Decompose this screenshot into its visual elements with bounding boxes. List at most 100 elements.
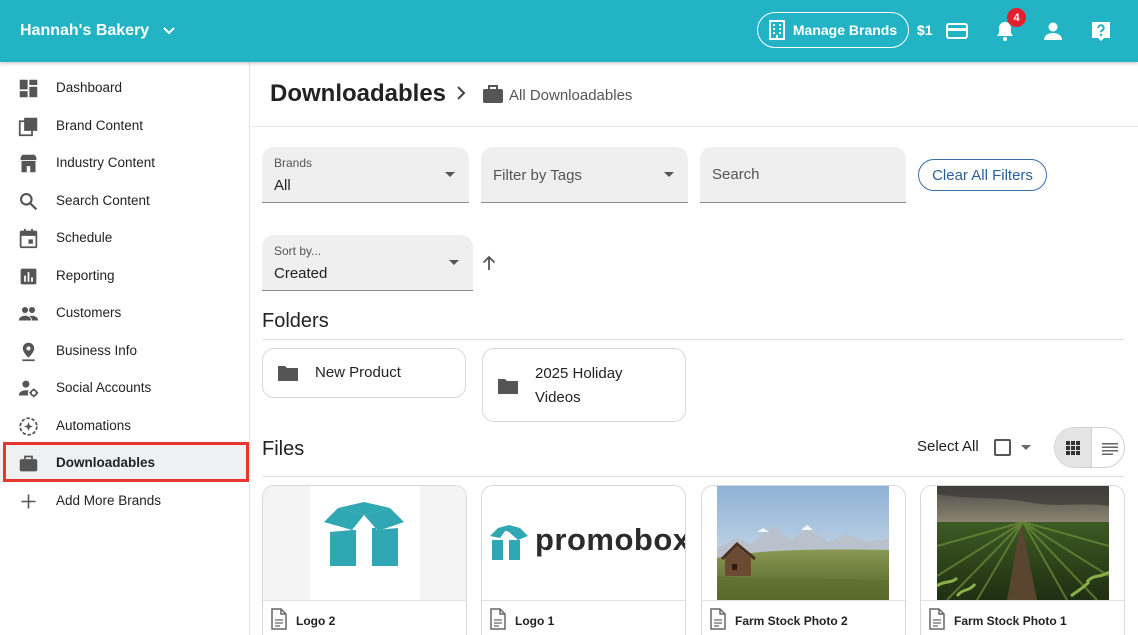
document-icon: [710, 608, 726, 630]
tags-filter-placeholder: Filter by Tags: [493, 167, 582, 184]
file-name: Farm Stock Photo 1: [954, 614, 1067, 628]
file-name: Logo 1: [515, 614, 555, 628]
sidebar-item-label: Customers: [56, 305, 122, 320]
sidebar-item-automations[interactable]: Automations: [0, 408, 250, 445]
sidebar-item-search-content[interactable]: Search Content: [0, 183, 250, 220]
document-icon: [929, 608, 945, 630]
search-input[interactable]: [700, 147, 906, 202]
select-options-dropdown[interactable]: [1021, 445, 1031, 450]
folder-icon: [278, 366, 298, 381]
select-all-checkbox[interactable]: [994, 439, 1011, 456]
folders-heading: Folders: [262, 310, 329, 332]
dropdown-arrow-icon: [445, 172, 455, 177]
logo-wordmark: promoboxx: [535, 522, 685, 557]
sidebar-item-label: Dashboard: [56, 80, 123, 95]
divider: [702, 600, 905, 601]
box-logo-image: [310, 486, 420, 600]
brand-content-icon: [18, 117, 38, 137]
sidebar-item-label: Downloadables: [56, 455, 156, 470]
chevron-down-icon: [163, 27, 175, 35]
sidebar-item-label: Add More Brands: [56, 493, 162, 508]
grid-view-button[interactable]: [1055, 428, 1091, 467]
sidebar-item-schedule[interactable]: Schedule: [0, 220, 250, 257]
folder-card[interactable]: 2025 Holiday Videos: [482, 348, 686, 422]
file-thumbnail: [921, 486, 1124, 600]
folder-card[interactable]: New Product: [262, 348, 466, 398]
manage-brands-button[interactable]: Manage Brands: [757, 12, 909, 48]
sidebar-item-label: Social Accounts: [56, 380, 152, 395]
bar-chart-icon: [20, 268, 37, 285]
top-bar: Hannah's Bakery Manage Brands $1 4: [0, 0, 1138, 62]
clear-all-filters-button[interactable]: Clear All Filters: [918, 159, 1047, 191]
sort-select-value: Created: [274, 265, 328, 282]
account-name: Hannah's Bakery: [20, 22, 150, 39]
file-card[interactable]: Farm Stock Photo 2: [701, 485, 906, 635]
sort-select[interactable]: Sort by... Created: [262, 235, 473, 291]
person-gear-icon: [18, 380, 39, 398]
sidebar-item-industry-content[interactable]: Industry Content: [0, 145, 250, 182]
sidebar-item-label: Industry Content: [56, 155, 156, 170]
grid-icon: [1066, 441, 1080, 455]
sidebar-item-label: Schedule: [56, 230, 113, 245]
people-icon: [18, 306, 39, 321]
automation-icon: [19, 417, 38, 436]
sidebar-item-brand-content[interactable]: Brand Content: [0, 108, 250, 145]
sidebar: Dashboard Brand Content Industry Content…: [0, 62, 250, 635]
document-icon: [271, 608, 287, 630]
search-icon: [20, 193, 38, 211]
sidebar-item-business-info[interactable]: Business Info: [0, 333, 250, 370]
brands-select-value: All: [274, 177, 291, 194]
sort-select-label: Sort by...: [274, 244, 322, 258]
divider: [263, 600, 466, 601]
manage-brands-label: Manage Brands: [792, 22, 898, 38]
account-switcher[interactable]: Hannah's Bakery: [20, 0, 175, 62]
brands-select[interactable]: Brands All: [262, 147, 469, 203]
briefcase-icon: [19, 455, 38, 472]
folder-name-line-2: Videos: [535, 389, 581, 406]
help-icon[interactable]: [1089, 19, 1113, 43]
divider: [921, 600, 1124, 601]
divider: [482, 600, 685, 601]
folder-icon: [498, 379, 518, 394]
building-icon: [768, 20, 785, 40]
sidebar-item-label: Automations: [56, 418, 132, 433]
user-icon[interactable]: [1041, 19, 1065, 43]
search-field[interactable]: [700, 147, 906, 203]
farm-cabin-photo: [717, 486, 889, 600]
folder-name-line-1: 2025 Holiday: [535, 365, 623, 382]
sidebar-item-label: Reporting: [56, 268, 115, 283]
main-content: Downloadables All Downloadables Brands A…: [251, 62, 1138, 635]
sort-direction-arrow-icon[interactable]: [480, 254, 498, 272]
divider: [262, 339, 1125, 340]
sidebar-item-dashboard[interactable]: Dashboard: [0, 70, 250, 107]
breadcrumb[interactable]: All Downloadables: [509, 87, 632, 104]
dropdown-arrow-icon: [449, 260, 459, 265]
brands-select-label: Brands: [274, 156, 313, 170]
file-thumbnail: [702, 486, 905, 600]
sidebar-item-add-more-brands[interactable]: Add More Brands: [0, 483, 250, 520]
file-name: Farm Stock Photo 2: [735, 614, 848, 628]
chevron-right-icon: [457, 86, 466, 100]
plus-icon: [21, 494, 36, 509]
file-card[interactable]: Farm Stock Photo 1: [920, 485, 1125, 635]
sidebar-item-reporting[interactable]: Reporting: [0, 258, 250, 295]
divider: [262, 476, 1125, 477]
list-view-button[interactable]: [1091, 428, 1124, 467]
dashboard-icon: [19, 79, 38, 98]
credit-card-icon[interactable]: [945, 19, 969, 43]
file-card[interactable]: promoboxx® Logo 1: [481, 485, 686, 635]
sidebar-item-label: Search Content: [56, 193, 150, 208]
tags-filter-select[interactable]: Filter by Tags: [481, 147, 688, 203]
view-toggle: [1054, 427, 1125, 468]
sidebar-item-social-accounts[interactable]: Social Accounts: [0, 370, 250, 407]
file-thumbnail: promoboxx®: [482, 486, 685, 600]
notification-badge: 4: [1007, 8, 1026, 27]
sidebar-item-label: Brand Content: [56, 118, 144, 133]
sidebar-item-customers[interactable]: Customers: [0, 295, 250, 332]
dropdown-arrow-icon: [664, 172, 674, 177]
file-card[interactable]: Logo 2: [262, 485, 467, 635]
store-icon: [20, 154, 37, 173]
select-all-label: Select All: [917, 438, 979, 455]
sidebar-item-downloadables[interactable]: Downloadables: [0, 445, 250, 482]
corn-field-photo: [937, 486, 1109, 600]
